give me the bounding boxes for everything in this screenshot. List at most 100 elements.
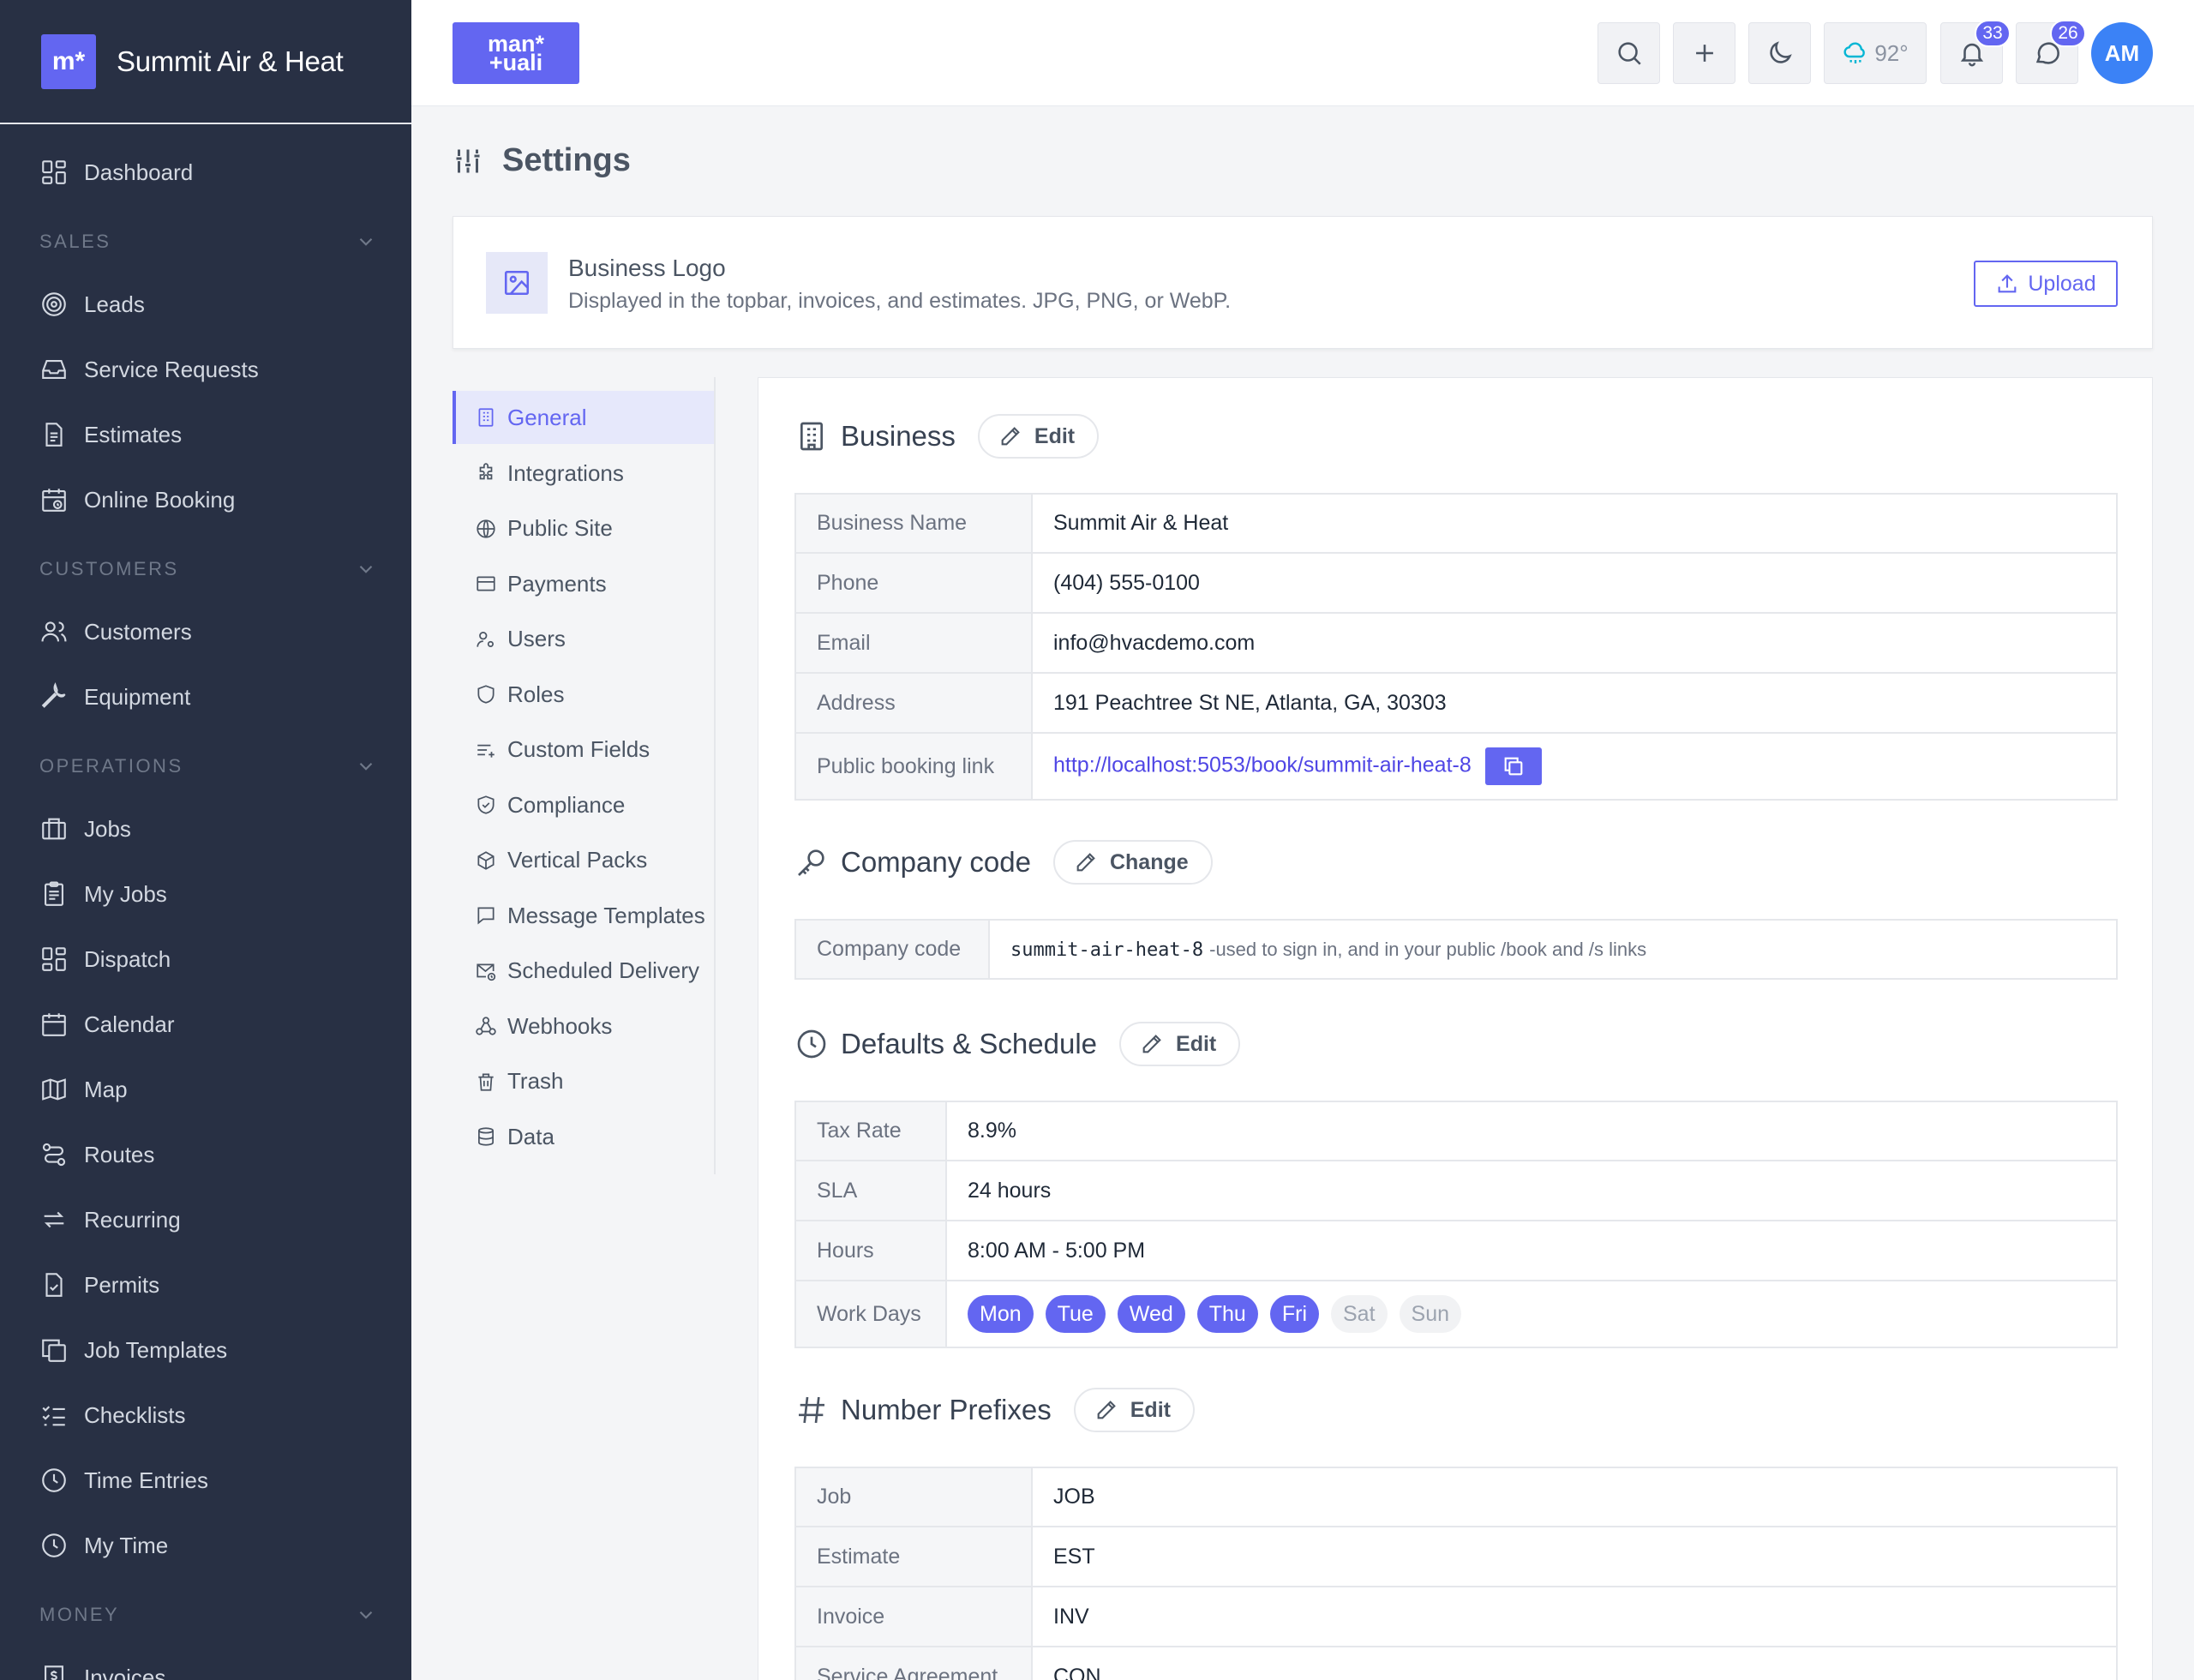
upload-icon [1998,274,2017,293]
logo-line-2: +uali [489,50,543,75]
messages-button[interactable]: 26 [2016,20,2086,84]
section-label: SALES [39,231,111,252]
sidebar-section-sales[interactable]: SALES [0,205,411,272]
sidebar-item-map[interactable]: Map [0,1057,411,1122]
table-row: Service Agreement CON [794,1646,2118,1680]
avatar[interactable]: AM [2091,22,2153,84]
sidebar-section-customers[interactable]: CUSTOMERS [0,532,411,599]
shield-check-icon [477,795,495,814]
company-logo[interactable]: man* +uali [453,22,579,84]
sidebar-item-label: Checklists [84,1401,186,1428]
sidebar-item-estimates[interactable]: Estimates [0,402,411,467]
tab-custom-fields[interactable]: Custom Fields [453,723,714,778]
sidebar-item-permits[interactable]: Permits [0,1252,411,1317]
sidebar-item-leads[interactable]: Leads [0,272,411,337]
chevron-down-icon [359,237,373,246]
tab-compliance[interactable]: Compliance [453,777,714,833]
tab-roles[interactable]: Roles [453,667,714,723]
sidebar-item-invoices[interactable]: Invoices [0,1645,411,1680]
tab-label: Webhooks [507,1012,613,1039]
upload-label: Upload [2028,271,2096,296]
sidebar-item-calendar[interactable]: Calendar [0,992,411,1057]
sidebar: m* Summit Air & Heat Dashboard SALES Lea… [0,0,411,1680]
sidebar-item-time-entries[interactable]: Time Entries [0,1448,411,1513]
copy-link-button[interactable] [1484,747,1542,785]
tab-general[interactable]: General [453,391,714,444]
tab-message-templates[interactable]: Message Templates [453,888,714,944]
database-icon [478,1127,494,1146]
sliders-icon [456,149,480,172]
sidebar-item-online-booking[interactable]: Online Booking [0,467,411,532]
tab-payments[interactable]: Payments [453,556,714,612]
invoice-prefix-value: INV [1031,1586,2118,1647]
sla-value: 24 hours [945,1160,2118,1221]
public-booking-link[interactable]: http://localhost:5053/book/summit-air-he… [1053,753,1472,777]
upload-button[interactable]: Upload [1974,261,2118,307]
tab-label: Compliance [507,791,626,818]
field-label: Business Name [794,493,1033,554]
tab-label: Message Templates [507,902,705,928]
business-name-value: Summit Air & Heat [1031,493,2118,554]
tab-label: Trash [507,1068,564,1095]
sidebar-item-label: Equipment [84,683,191,710]
tab-trash[interactable]: Trash [453,1054,714,1110]
sidebar-item-jobs[interactable]: Jobs [0,796,411,861]
sidebar-section-money[interactable]: MONEY [0,1578,411,1645]
tab-webhooks[interactable]: Webhooks [453,999,714,1054]
section-title: Business [841,420,956,452]
tab-users[interactable]: Users [453,612,714,668]
sidebar-item-job-templates[interactable]: Job Templates [0,1317,411,1383]
brand[interactable]: m* Summit Air & Heat [0,0,411,124]
search-button[interactable] [1598,22,1660,84]
sidebar-item-customers[interactable]: Customers [0,599,411,664]
sidebar-item-label: My Time [84,1532,169,1558]
sidebar-item-recurring[interactable]: Recurring [0,1187,411,1252]
route-icon [42,1143,66,1167]
map-icon [42,1078,66,1101]
sidebar-item-service-requests[interactable]: Service Requests [0,337,411,402]
puzzle-icon [479,463,493,480]
tab-public-site[interactable]: Public Site [453,501,714,557]
work-day-fri: Fri [1269,1295,1319,1333]
edit-defaults-button[interactable]: Edit [1119,1022,1241,1066]
sidebar-item-my-jobs[interactable]: My Jobs [0,861,411,927]
messages-badge: 26 [2050,20,2086,47]
edit-business-button[interactable]: Edit [977,414,1100,459]
sidebar-item-dashboard[interactable]: Dashboard [0,140,411,205]
calendar-clock-icon [42,489,66,512]
tab-data[interactable]: Data [453,1109,714,1165]
change-company-code-button[interactable]: Change [1052,840,1213,885]
service-agreement-prefix-value: CON [1031,1646,2118,1680]
tab-vertical-packs[interactable]: Vertical Packs [453,833,714,889]
field-label: Company code [794,919,990,980]
sidebar-item-checklists[interactable]: Checklists [0,1383,411,1448]
chevron-down-icon [359,762,373,771]
webhook-icon [476,1017,496,1035]
sidebar-section-operations[interactable]: OPERATIONS [0,729,411,796]
sidebar-item-label: Job Templates [84,1336,228,1363]
sidebar-item-dispatch[interactable]: Dispatch [0,927,411,992]
prefixes-section-header: Number Prefixes Edit [794,1388,1195,1432]
section-title: Company code [841,846,1031,878]
add-button[interactable] [1673,22,1735,84]
sidebar-item-label: Routes [84,1141,155,1167]
mail-clock-icon [477,963,496,981]
sidebar-item-equipment[interactable]: Equipment [0,664,411,729]
theme-toggle-button[interactable] [1748,22,1811,84]
section-label: MONEY [39,1604,120,1625]
sidebar-item-routes[interactable]: Routes [0,1122,411,1187]
clock-icon [42,1468,66,1492]
document-icon [45,423,63,447]
section-title: Number Prefixes [841,1394,1052,1425]
notifications-button[interactable]: 33 [1940,20,2011,84]
user-gear-icon [477,631,494,647]
pencil-icon [1142,1035,1161,1053]
tab-scheduled-delivery[interactable]: Scheduled Delivery [453,944,714,999]
sidebar-item-my-time[interactable]: My Time [0,1513,411,1578]
tab-label: Users [507,626,566,652]
field-label: Estimate [794,1526,1033,1587]
weather-widget[interactable]: 92° [1824,22,1927,84]
edit-prefixes-button[interactable]: Edit [1073,1388,1195,1432]
tab-integrations[interactable]: Integrations [453,446,714,501]
copy-icon [1504,757,1523,776]
